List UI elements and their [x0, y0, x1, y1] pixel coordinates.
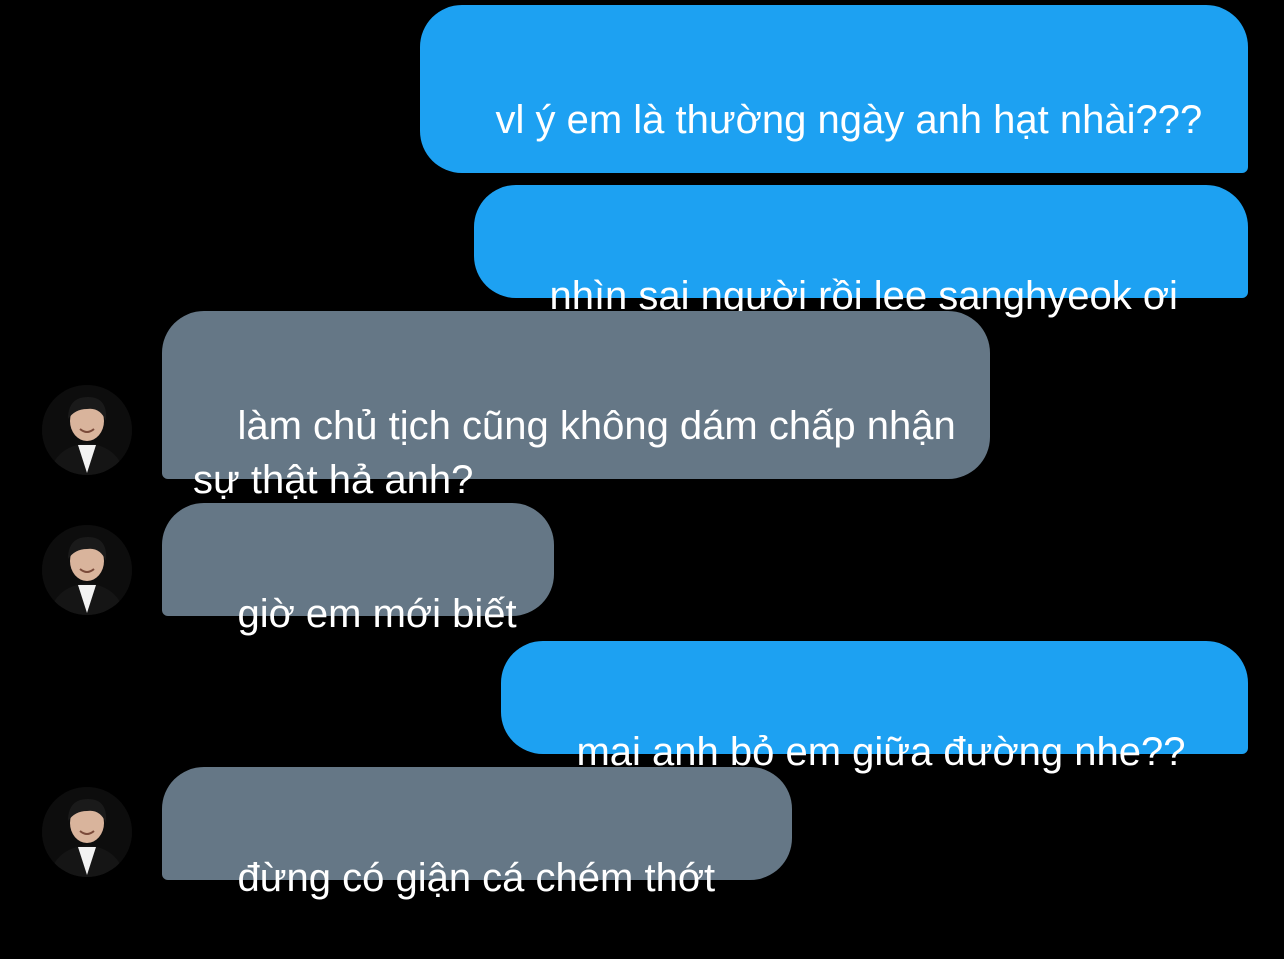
contact-avatar[interactable] [42, 525, 132, 615]
message-bubble-sent[interactable]: mai anh bỏ em giữa đường nhe?? [501, 641, 1248, 774]
contact-avatar[interactable] [42, 385, 132, 475]
avatar-photo-icon [42, 525, 132, 615]
message-bubble-received[interactable]: làm chủ tịch cũng không dám chấp nhận sự… [162, 311, 990, 502]
message-text: đừng có giận cá chém thớt [237, 856, 716, 900]
avatar-photo-icon [42, 385, 132, 475]
avatar-photo-icon [42, 787, 132, 877]
contact-avatar[interactable] [42, 787, 132, 877]
message-text: giờ em mới biết [237, 592, 517, 636]
message-text: vl ý em là thường ngày anh hạt nhài??? [495, 98, 1203, 142]
message-bubble-sent[interactable]: vl ý em là thường ngày anh hạt nhài??? [420, 5, 1248, 173]
message-bubble-received[interactable]: giờ em mới biết [162, 503, 554, 636]
message-thread: vl ý em là thường ngày anh hạt nhài??? n… [0, 0, 1284, 900]
message-bubble-sent[interactable]: nhìn sai người rồi lee sanghyeok ơi [474, 185, 1248, 318]
message-bubble-received[interactable]: đừng có giận cá chém thớt [162, 767, 792, 900]
message-text: làm chủ tịch cũng không dám chấp nhận sự… [193, 404, 967, 502]
